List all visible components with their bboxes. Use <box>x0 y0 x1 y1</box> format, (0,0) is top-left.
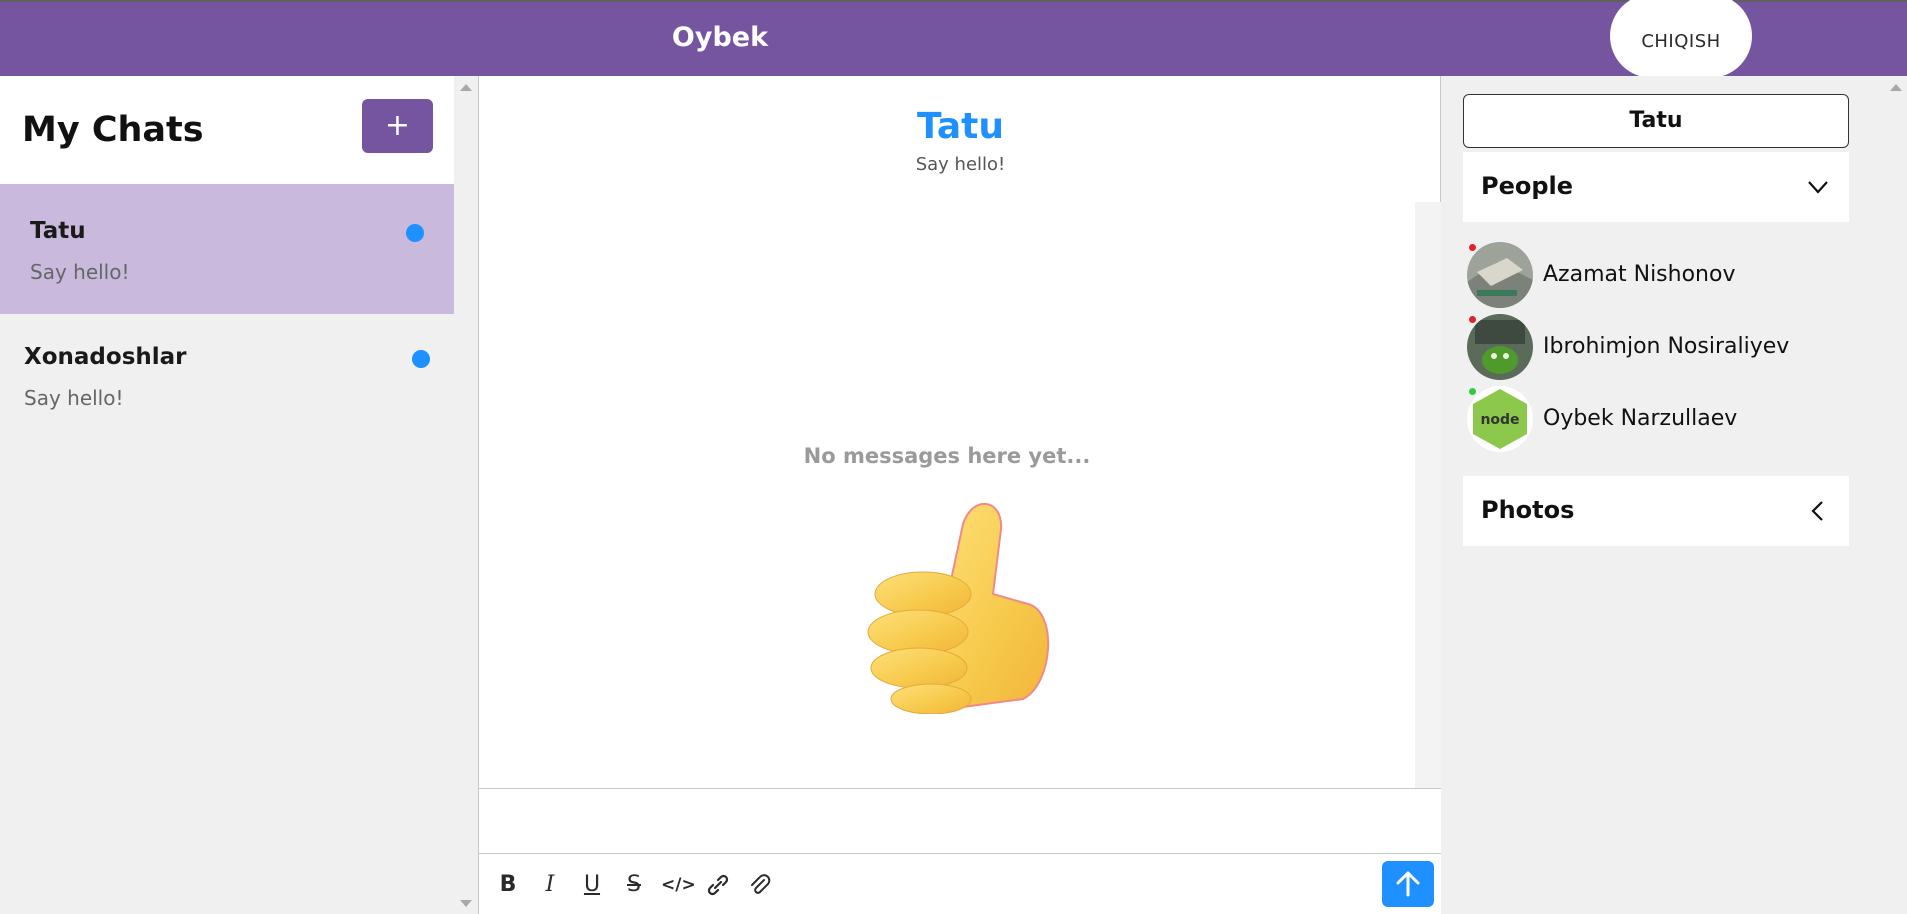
strikethrough-icon[interactable]: S <box>619 870 649 900</box>
chat-name: Tatu <box>30 218 86 244</box>
scroll-up-icon[interactable] <box>460 84 472 91</box>
person-item[interactable]: Azamat Nishonov <box>1467 242 1847 310</box>
people-section-header[interactable]: People <box>1463 152 1849 222</box>
chat-list-panel: My Chats + Tatu Say hello! Xonadoshlar S… <box>0 76 478 914</box>
settings-scrollbar[interactable] <box>1885 76 1907 914</box>
chat-list-item-tatu[interactable]: Tatu Say hello! <box>0 184 454 314</box>
status-dot <box>1469 316 1476 323</box>
chat-name-field[interactable]: Tatu <box>1463 94 1849 148</box>
chat-title: Tatu <box>916 106 1005 147</box>
chat-feed-scrollbar[interactable] <box>1415 202 1441 788</box>
code-icon[interactable]: </> <box>661 870 696 900</box>
empty-state-text: No messages here yet... <box>803 444 1091 468</box>
chevron-down-icon <box>1808 181 1828 194</box>
chat-list-item-xonadoshlar[interactable]: Xonadoshlar Say hello! <box>0 314 454 444</box>
thumbs-up-icon <box>867 503 1049 714</box>
person-name: Azamat Nishonov <box>1543 262 1736 287</box>
person-item[interactable]: Ibrohimjon Nosiraliyev <box>1467 314 1847 382</box>
chat-preview: Say hello! <box>30 260 130 284</box>
link-icon[interactable] <box>703 870 733 900</box>
unread-dot <box>412 350 430 368</box>
people-label: People <box>1481 172 1574 200</box>
status-dot <box>1469 244 1476 251</box>
top-bar: Oybek CHIQISH <box>0 0 1907 78</box>
chat-list-title: My Chats <box>22 110 204 150</box>
photos-section-header[interactable]: Photos <box>1463 476 1849 546</box>
svg-text:node: node <box>1480 412 1519 428</box>
chat-name: Xonadoshlar <box>24 344 187 370</box>
chat-list-scrollbar[interactable] <box>454 76 478 914</box>
message-input[interactable] <box>479 788 1442 854</box>
italic-icon[interactable]: I <box>535 870 565 900</box>
arrow-up-icon <box>1396 871 1420 897</box>
chevron-left-icon <box>1811 501 1823 521</box>
app-title: Oybek <box>671 22 769 53</box>
scroll-down-icon[interactable] <box>460 900 472 907</box>
attachment-icon[interactable] <box>745 870 775 900</box>
chat-feed: Tatu Say hello! No messages here yet... … <box>478 76 1442 914</box>
chat-list-header: My Chats + <box>0 76 454 184</box>
chat-subtitle: Say hello! <box>915 154 1006 175</box>
logout-button[interactable]: CHIQISH <box>1610 0 1752 78</box>
chat-preview: Say hello! <box>24 386 124 410</box>
status-dot <box>1469 388 1476 395</box>
avatar <box>1467 242 1533 308</box>
person-name: Ibrohimjon Nosiraliyev <box>1543 334 1790 359</box>
send-button[interactable] <box>1382 861 1434 907</box>
photos-label: Photos <box>1481 496 1575 524</box>
avatar: node <box>1467 386 1533 452</box>
avatar <box>1467 314 1533 380</box>
scroll-up-icon[interactable] <box>1890 84 1902 91</box>
formatting-toolbar: B I U S </> <box>479 854 1442 914</box>
chat-settings-panel: Tatu People Azamat Nishonov Ibrohimjon N… <box>1441 76 1907 914</box>
new-chat-button[interactable]: + <box>362 99 433 153</box>
bold-icon[interactable]: B <box>493 870 523 900</box>
person-item[interactable]: node Oybek Narzullaev <box>1467 386 1847 454</box>
unread-dot <box>406 224 424 242</box>
person-name: Oybek Narzullaev <box>1543 406 1738 431</box>
underline-icon[interactable]: U <box>577 870 607 900</box>
